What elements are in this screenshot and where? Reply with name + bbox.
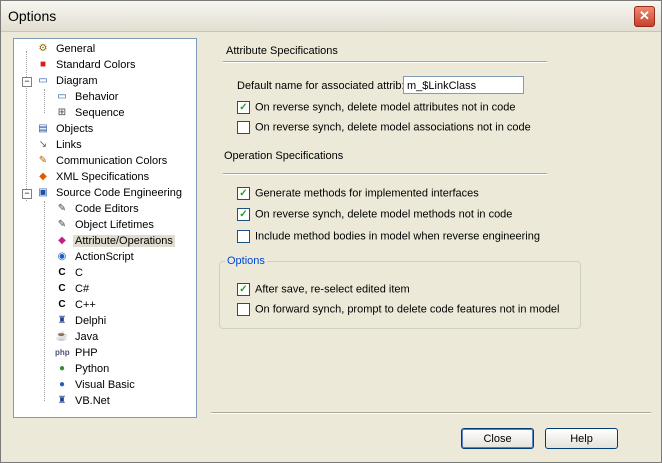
vb-icon: ● bbox=[58, 379, 66, 391]
tree-item-links[interactable]: ↘ Links bbox=[36, 137, 84, 153]
code-editor-icon: ✎ bbox=[57, 203, 67, 215]
java-icon: ☕ bbox=[55, 331, 69, 343]
options-group-title: Options bbox=[225, 255, 267, 267]
actionscript-icon: ◉ bbox=[57, 251, 67, 263]
checkbox-box bbox=[237, 121, 250, 134]
checkbox-box: ✓ bbox=[237, 283, 250, 296]
csharp-icon: C bbox=[58, 283, 66, 295]
php-icon: php bbox=[55, 348, 70, 358]
links-icon: ↘ bbox=[38, 139, 48, 151]
include-bodies-checkbox[interactable]: Include method bodies in model when reve… bbox=[237, 230, 540, 244]
close-button[interactable]: Close bbox=[461, 428, 534, 449]
tree-line bbox=[44, 201, 45, 401]
tree-item-object-lifetimes[interactable]: ✎ Object Lifetimes bbox=[55, 217, 156, 233]
generate-methods-checkbox[interactable]: ✓ Generate methods for implemented interf… bbox=[237, 187, 479, 201]
tree-item-python[interactable]: ● Python bbox=[55, 361, 111, 377]
c-icon: C bbox=[58, 267, 66, 279]
title-bar[interactable]: Options ✕ bbox=[1, 1, 661, 32]
tree-item-standard-colors[interactable]: ■ Standard Colors bbox=[36, 57, 138, 73]
default-name-field[interactable]: m_$LinkClass bbox=[403, 76, 524, 94]
delete-associations-checkbox[interactable]: On reverse synch, delete model associati… bbox=[237, 121, 531, 135]
prompt-delete-checkbox[interactable]: On forward synch, prompt to delete code … bbox=[237, 303, 560, 317]
bottom-rule bbox=[211, 412, 651, 414]
tree-item-vbnet[interactable]: ♜ VB.Net bbox=[55, 393, 112, 409]
window-title: Options bbox=[8, 8, 57, 24]
comm-colors-icon: ✎ bbox=[38, 155, 48, 167]
checkbox-box: ✓ bbox=[237, 208, 250, 221]
checkbox-box: ✓ bbox=[237, 187, 250, 200]
xml-icon: ◆ bbox=[39, 171, 47, 183]
checkbox-box bbox=[237, 230, 250, 243]
delete-methods-checkbox[interactable]: ✓ On reverse synch, delete model methods … bbox=[237, 208, 512, 222]
vbnet-icon: ♜ bbox=[57, 395, 67, 407]
colors-icon: ■ bbox=[39, 59, 47, 71]
tree-item-cpp[interactable]: C C++ bbox=[55, 297, 98, 313]
general-icon: ⚙ bbox=[38, 43, 48, 55]
tree-item-actionscript[interactable]: ◉ ActionScript bbox=[55, 249, 136, 265]
operation-section-rule bbox=[223, 173, 547, 175]
options-window: Options ✕ ⚙ General ■ Standard Colors − ▭ D… bbox=[0, 0, 662, 463]
checkbox-box: ✓ bbox=[237, 101, 250, 114]
tree-item-java[interactable]: ☕ Java bbox=[55, 329, 100, 345]
objects-icon: ▤ bbox=[38, 123, 48, 135]
reselect-checkbox[interactable]: ✓ After save, re-select edited item bbox=[237, 283, 410, 297]
options-tree[interactable]: ⚙ General ■ Standard Colors − ▭ Diagram ▭ Be… bbox=[13, 38, 197, 418]
behavior-icon: ▭ bbox=[57, 91, 67, 103]
operation-section-title: Operation Specifications bbox=[224, 150, 344, 162]
tree-item-sequence[interactable]: ⊞ Sequence bbox=[55, 105, 127, 121]
tree-line bbox=[44, 89, 45, 113]
tree-line bbox=[26, 51, 27, 201]
tree-item-visual-basic[interactable]: ● Visual Basic bbox=[55, 377, 137, 393]
default-name-label: Default name for associated attrib: bbox=[237, 80, 405, 92]
tree-item-csharp[interactable]: C C# bbox=[55, 281, 91, 297]
attribute-section-title: Attribute Specifications bbox=[226, 45, 338, 57]
help-button[interactable]: Help bbox=[545, 428, 618, 449]
expander-diagram[interactable]: − bbox=[22, 77, 32, 87]
tree-item-xml-specifications[interactable]: ◆ XML Specifications bbox=[36, 169, 151, 185]
attribute-section-rule bbox=[223, 61, 547, 63]
cpp-icon: C bbox=[58, 299, 66, 311]
tree-item-php[interactable]: php PHP bbox=[55, 345, 100, 361]
python-icon: ● bbox=[58, 363, 66, 375]
diagram-icon: ▭ bbox=[38, 75, 48, 87]
tree-item-attribute-operations[interactable]: ◆ Attribute/Operations bbox=[55, 233, 175, 249]
sequence-icon: ⊞ bbox=[57, 107, 67, 119]
delphi-icon: ♜ bbox=[57, 315, 67, 327]
source-icon: ▣ bbox=[38, 187, 48, 199]
tree-item-source-code-engineering[interactable]: ▣ Source Code Engineering bbox=[36, 185, 184, 201]
lifetime-icon: ✎ bbox=[57, 219, 67, 231]
attr-ops-icon: ◆ bbox=[58, 235, 66, 247]
close-window-icon[interactable]: ✕ bbox=[634, 6, 655, 27]
tree-item-objects[interactable]: ▤ Objects bbox=[36, 121, 95, 137]
tree-item-behavior[interactable]: ▭ Behavior bbox=[55, 89, 120, 105]
expander-source-code[interactable]: − bbox=[22, 189, 32, 199]
tree-item-code-editors[interactable]: ✎ Code Editors bbox=[55, 201, 141, 217]
tree-item-general[interactable]: ⚙ General bbox=[36, 41, 97, 57]
delete-attrs-checkbox[interactable]: ✓ On reverse synch, delete model attribut… bbox=[237, 101, 515, 115]
tree-item-diagram[interactable]: ▭ Diagram bbox=[36, 73, 100, 89]
tree-item-c[interactable]: CC bbox=[55, 265, 85, 281]
tree-item-communication-colors[interactable]: ✎ Communication Colors bbox=[36, 153, 169, 169]
checkbox-box bbox=[237, 303, 250, 316]
tree-item-delphi[interactable]: ♜ Delphi bbox=[55, 313, 108, 329]
